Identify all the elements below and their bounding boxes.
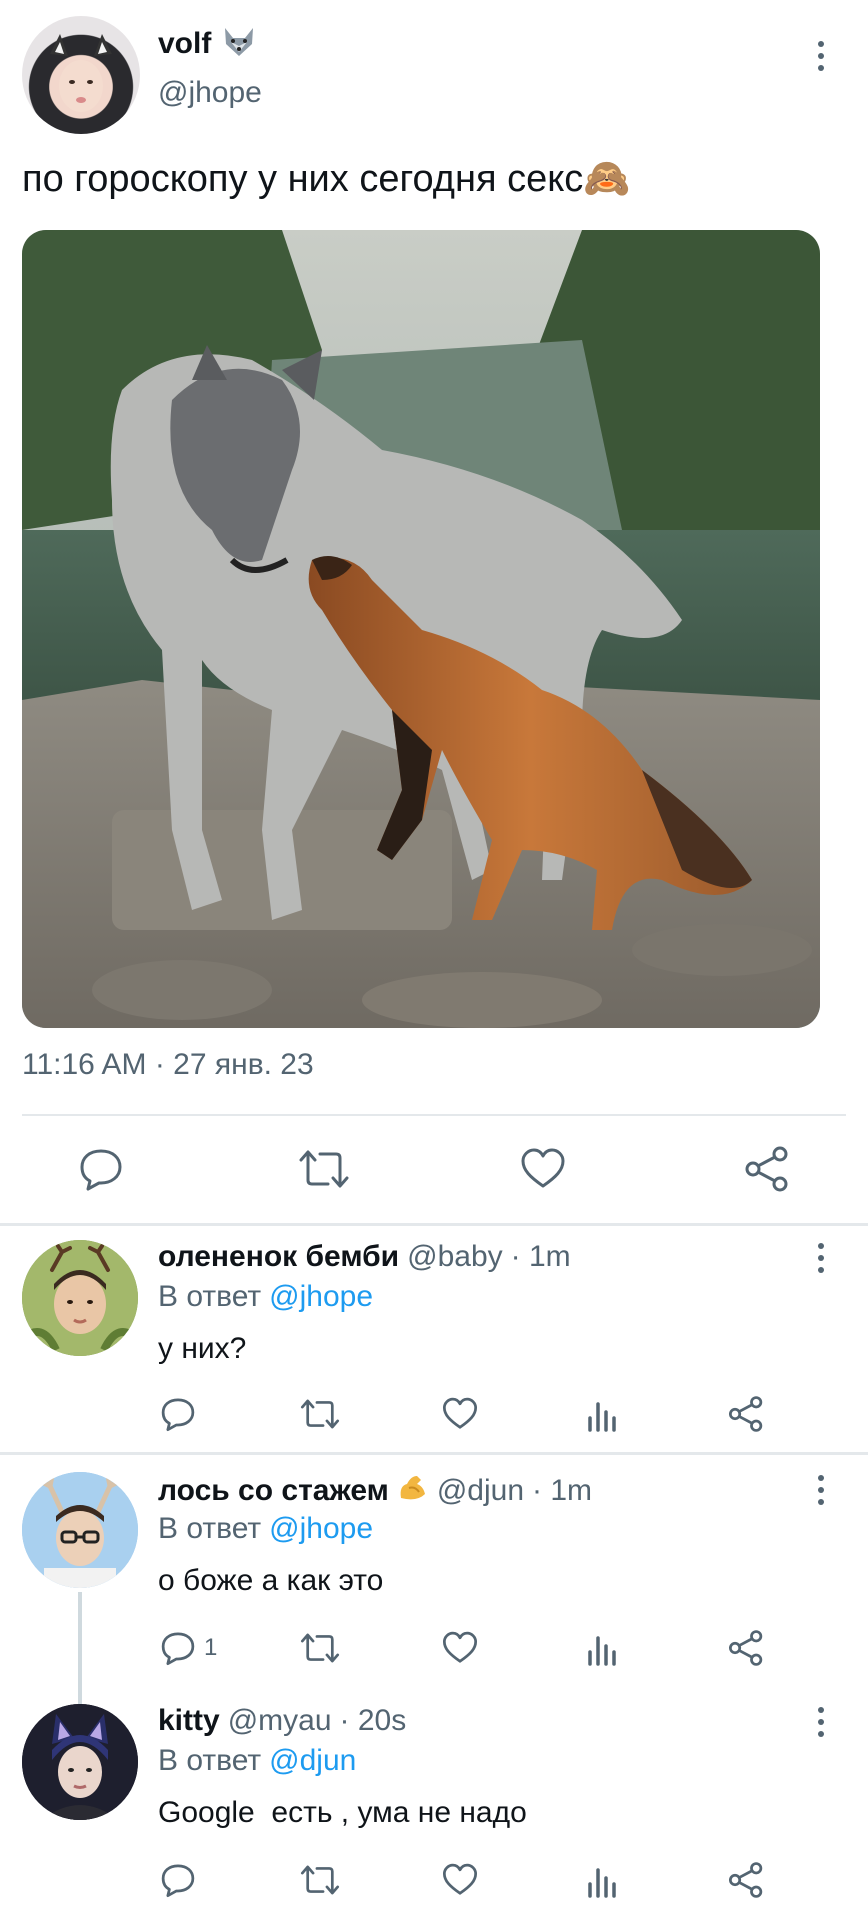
tweet-timestamp: 11:16 AM · 27 янв. 23	[22, 1048, 314, 1081]
share-icon	[728, 1862, 763, 1898]
views-button[interactable]	[586, 1396, 622, 1432]
author-name[interactable]: volf	[158, 27, 211, 61]
tweet-photo[interactable]	[22, 230, 820, 1028]
reply-count: 1	[204, 1634, 218, 1661]
retweet-button[interactable]	[300, 1396, 340, 1432]
share-button[interactable]	[744, 1146, 790, 1192]
retweet-icon	[300, 1865, 340, 1895]
more-icon[interactable]	[806, 34, 836, 78]
views-icon	[588, 1636, 616, 1666]
reply-button[interactable]	[160, 1396, 204, 1432]
like-button[interactable]	[442, 1396, 478, 1432]
reply-icon	[161, 1398, 195, 1432]
reply-time: · 1m	[510, 1240, 571, 1273]
reply-avatar[interactable]	[22, 1472, 138, 1588]
share-icon	[745, 1146, 788, 1192]
replying-to-label: В ответ	[158, 1744, 262, 1777]
replying-to: В ответ @jhope	[158, 1512, 373, 1546]
reply-button[interactable]: 1	[160, 1630, 217, 1666]
wolf-fox-photo	[22, 230, 820, 1028]
replying-to: В ответ @jhope	[158, 1280, 373, 1314]
like-button[interactable]	[520, 1146, 566, 1192]
retweet-icon	[300, 1399, 340, 1429]
author-handle[interactable]: @jhope	[158, 76, 262, 110]
avatar-image	[50, 34, 112, 112]
author-name-row[interactable]: volf	[158, 24, 259, 63]
retweet-button[interactable]	[298, 1146, 350, 1192]
reply-icon	[80, 1149, 122, 1191]
reply-avatar[interactable]	[22, 1240, 138, 1356]
reply-avatar[interactable]	[22, 1704, 138, 1820]
reply-header: лось со стажем @djun · 1m	[158, 1472, 592, 1510]
reply-author-name[interactable]: kitty	[158, 1704, 220, 1738]
divider	[0, 1223, 868, 1226]
share-icon	[728, 1396, 763, 1432]
replying-to-link[interactable]: @jhope	[269, 1280, 373, 1314]
divider	[22, 1114, 846, 1116]
reply-icon	[161, 1632, 195, 1666]
divider	[0, 1452, 868, 1455]
avatar-image	[22, 1472, 138, 1588]
reply-header: олененок бемби @baby · 1m	[158, 1240, 571, 1274]
like-icon	[442, 1863, 478, 1895]
reply-time: · 20s	[339, 1704, 407, 1737]
reply-author-handle[interactable]: @baby	[407, 1240, 503, 1274]
like-button[interactable]	[442, 1630, 478, 1666]
reply-button[interactable]	[160, 1862, 204, 1898]
like-icon	[442, 1631, 478, 1663]
retweet-icon	[299, 1150, 349, 1188]
views-icon	[588, 1868, 616, 1898]
share-button[interactable]	[728, 1630, 764, 1666]
retweet-button[interactable]	[300, 1862, 340, 1898]
avatar-image	[22, 1240, 138, 1356]
like-icon	[521, 1148, 565, 1188]
more-icon[interactable]	[806, 1236, 836, 1280]
reply-author-handle[interactable]: @djun	[437, 1474, 524, 1508]
reply-author-handle[interactable]: @myau	[228, 1704, 332, 1738]
replying-to-label: В ответ	[158, 1512, 262, 1545]
replying-to-link[interactable]: @jhope	[269, 1512, 373, 1546]
flexed-biceps-icon	[397, 1472, 429, 1510]
wolf-emoji-icon	[219, 24, 259, 63]
like-icon	[442, 1397, 478, 1429]
thread-connector-line	[78, 1592, 82, 1704]
reply-text: Google есть , ума не надо	[158, 1796, 527, 1829]
views-button[interactable]	[586, 1630, 622, 1666]
avatar-image	[22, 1704, 138, 1820]
retweet-icon	[300, 1633, 340, 1663]
reply-author-name[interactable]: лось со стажем	[158, 1474, 389, 1508]
more-icon[interactable]	[806, 1468, 836, 1512]
retweet-button[interactable]	[300, 1630, 340, 1666]
replying-to: В ответ @djun	[158, 1744, 356, 1778]
more-icon[interactable]	[806, 1700, 836, 1744]
reply-text: о боже а как это	[158, 1564, 384, 1597]
views-button[interactable]	[586, 1862, 622, 1898]
replying-to-link[interactable]: @djun	[269, 1744, 356, 1778]
author-avatar[interactable]	[22, 16, 140, 134]
share-button[interactable]	[728, 1862, 764, 1898]
reply-header: kitty @myau · 20s	[158, 1704, 406, 1738]
reply-button[interactable]	[78, 1146, 124, 1192]
reply-text: у них?	[158, 1332, 247, 1365]
share-icon	[728, 1630, 763, 1666]
reply-author-name[interactable]: олененок бемби	[158, 1240, 399, 1274]
views-icon	[588, 1402, 616, 1432]
reply-icon	[161, 1864, 195, 1898]
tweet-text: по гороскопу у них сегодня секс🙈	[22, 158, 631, 200]
reply-time: · 1m	[532, 1474, 593, 1507]
replying-to-label: В ответ	[158, 1280, 262, 1313]
share-button[interactable]	[728, 1396, 764, 1432]
like-button[interactable]	[442, 1862, 478, 1898]
